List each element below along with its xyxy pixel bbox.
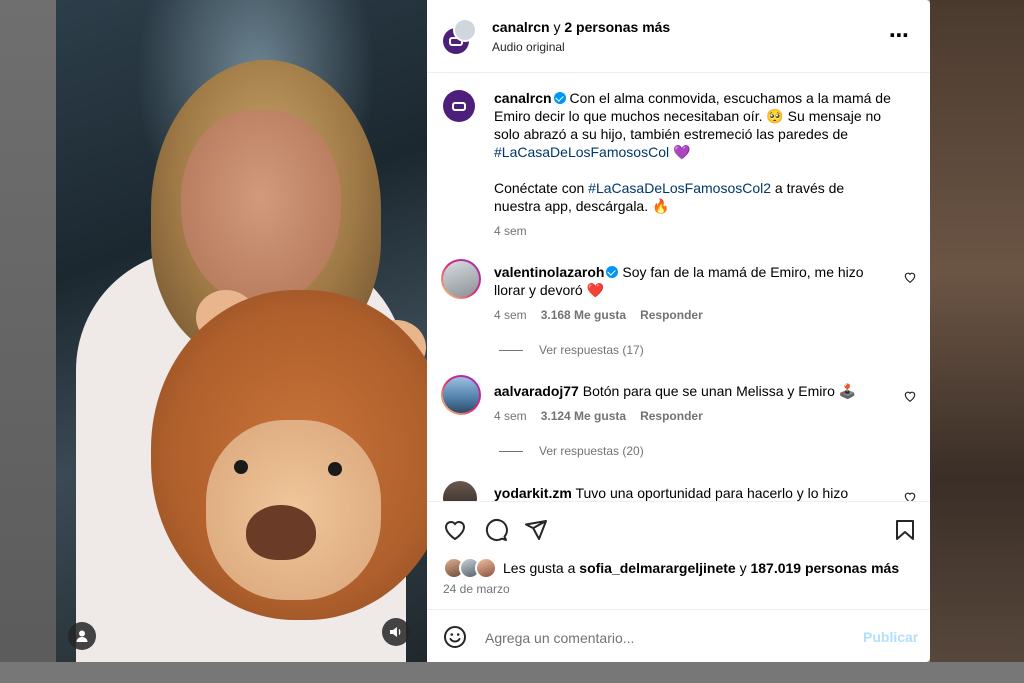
comment-text: valentinolazaroh Soy fan de la mamá de E… <box>494 263 889 299</box>
post-date[interactable]: 24 de marzo <box>443 582 510 596</box>
caption-meta: 4 sem <box>494 224 541 238</box>
background-left <box>0 0 56 683</box>
likes-summary[interactable]: Les gusta a sofia_delmarargeljinete y 18… <box>443 557 899 579</box>
audio-link[interactable]: Audio original <box>492 40 565 54</box>
likes-text: Les gusta a sofia_delmarargeljinete y 18… <box>503 560 899 576</box>
comment-time[interactable]: 4 sem <box>494 308 527 322</box>
like-icon[interactable] <box>443 518 467 542</box>
caption-text-2: Conéctate con #LaCasaDeLosFamososCol2 a … <box>494 179 894 215</box>
liker-username[interactable]: sofia_delmarargeljinete <box>579 560 735 576</box>
plush-lion-nose <box>246 505 316 560</box>
emoji-icon[interactable] <box>443 625 467 649</box>
save-bookmark-icon[interactable] <box>893 518 917 542</box>
comment-body: Botón para que se unan Melissa y Emiro 🕹… <box>578 383 857 399</box>
comment-username[interactable]: valentinolazaroh <box>494 264 604 280</box>
replies-line <box>499 349 523 351</box>
comment-meta: 4 sem 3.124 Me gusta Responder <box>494 409 717 423</box>
likes-prefix: Les gusta a <box>503 560 580 576</box>
add-comment-bar: Publicar <box>427 609 930 664</box>
tagged-user-button[interactable] <box>68 622 96 650</box>
collaborator-avatar[interactable] <box>453 18 477 42</box>
speaker-icon <box>390 627 401 637</box>
view-replies-label: Ver respuestas (20) <box>539 444 644 458</box>
comment-body: Tuvo una oportunidad para hacerlo y lo h… <box>571 485 849 501</box>
view-replies-label: Ver respuestas (17) <box>539 343 644 357</box>
hashtag-link-2[interactable]: #LaCasaDeLosFamososCol2 <box>588 180 771 196</box>
like-comment-icon[interactable] <box>903 490 917 501</box>
comment-likes[interactable]: 3.168 Me gusta <box>541 308 626 322</box>
liker-avatar <box>475 557 497 579</box>
publish-button[interactable]: Publicar <box>863 629 918 645</box>
likes-connector: y <box>735 560 751 576</box>
hashtag-link[interactable]: #LaCasaDeLosFamososCol <box>494 144 669 160</box>
comment-icon[interactable] <box>484 518 508 542</box>
collaborators-link[interactable]: 2 personas más <box>564 19 670 35</box>
caption-avatar[interactable] <box>443 90 475 122</box>
comment-text: aalvaradoj77 Botón para que se unan Meli… <box>494 382 889 400</box>
likes-count[interactable]: 187.019 personas más <box>750 560 899 576</box>
comments-section[interactable]: canalrcn Con el alma conmovida, escucham… <box>427 73 930 501</box>
comment-meta: 4 sem 3.168 Me gusta Responder <box>494 308 717 322</box>
comment-avatar[interactable] <box>443 481 477 501</box>
like-comment-icon[interactable] <box>903 270 917 284</box>
caption-time[interactable]: 4 sem <box>494 224 527 238</box>
plush-lion-eye <box>328 462 342 476</box>
view-replies-button[interactable]: Ver respuestas (20) <box>499 444 644 458</box>
audio-toggle-button[interactable] <box>382 618 410 646</box>
view-replies-button[interactable]: Ver respuestas (17) <box>499 343 644 357</box>
post-video[interactable] <box>56 0 427 662</box>
background-right <box>930 0 1024 683</box>
post-authors: canalrcn y 2 personas más <box>492 19 670 35</box>
post-panel: canalrcn y 2 personas más Audio original… <box>427 0 930 662</box>
comment-input[interactable] <box>483 626 837 650</box>
verified-badge-icon <box>606 266 619 278</box>
comment-username[interactable]: aalvaradoj77 <box>494 383 579 399</box>
background-bottom <box>0 662 1024 683</box>
comment-avatar[interactable] <box>443 261 479 297</box>
comment-avatar[interactable] <box>443 377 479 413</box>
user-icon <box>76 630 88 642</box>
like-comment-icon[interactable] <box>903 389 917 403</box>
comment-likes[interactable]: 3.124 Me gusta <box>541 409 626 423</box>
comment-username[interactable]: yodarkit.zm <box>494 485 572 501</box>
plush-lion-eye <box>234 460 248 474</box>
share-icon[interactable] <box>524 518 548 542</box>
caption-username[interactable]: canalrcn <box>494 90 552 106</box>
caption-emoji: 💜 <box>669 144 691 160</box>
video-person-face <box>181 110 341 305</box>
post-actions: Les gusta a sofia_delmarargeljinete y 18… <box>427 501 930 663</box>
comment-text: yodarkit.zm Tuvo una oportunidad para ha… <box>494 484 889 501</box>
reply-button[interactable]: Responder <box>640 308 703 322</box>
comment-time[interactable]: 4 sem <box>494 409 527 423</box>
authors-connector: y <box>549 19 565 35</box>
author-link[interactable]: canalrcn <box>492 19 550 35</box>
post-header: canalrcn y 2 personas más Audio original… <box>427 0 930 73</box>
caption-text: canalrcn Con el alma conmovida, escucham… <box>494 89 894 161</box>
reply-button[interactable]: Responder <box>640 409 703 423</box>
verified-badge-icon <box>553 92 566 104</box>
caption-body-2: Conéctate con <box>494 180 589 196</box>
more-options-icon[interactable]: ⋯ <box>889 26 909 46</box>
replies-line <box>499 450 523 452</box>
rcn-logo-icon <box>452 101 466 111</box>
